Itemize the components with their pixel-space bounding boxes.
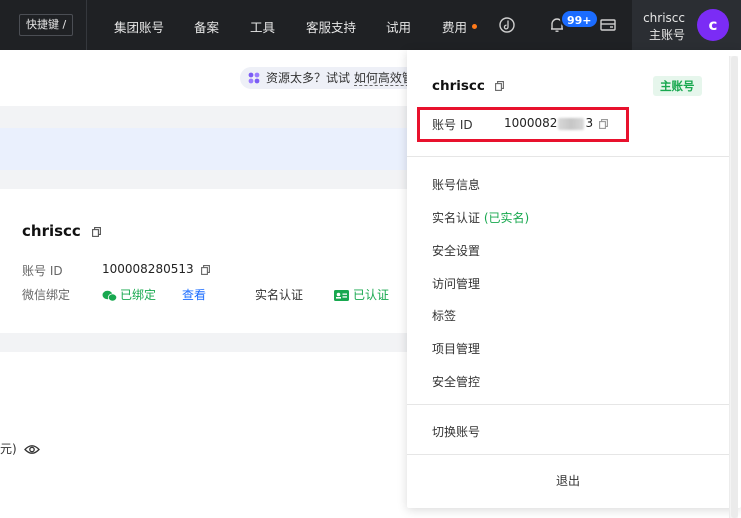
nav-billing[interactable]: 费用 — [442, 17, 478, 36]
nav-tools[interactable]: 工具 — [250, 17, 275, 36]
balance-suffix: 元) — [0, 442, 17, 456]
copy-icon[interactable] — [201, 264, 211, 275]
menu-project-management[interactable]: 项目管理 — [432, 340, 480, 357]
top-navigation-bar: 快捷键 / 集团账号 备案 工具 客服支持 试用 费用 99+ chriscc … — [0, 0, 741, 50]
menu-divider — [407, 156, 729, 157]
menu-realname-label: 实名认证 — [432, 211, 481, 225]
menu-security-control[interactable]: 安全管控 — [432, 373, 480, 390]
nav-support[interactable]: 客服支持 — [306, 17, 356, 36]
music-note-icon[interactable] — [497, 15, 517, 35]
nav-group-account[interactable]: 集团账号 — [114, 17, 164, 36]
profile-name-text: chriscc — [22, 222, 81, 240]
ticket-icon[interactable] — [598, 15, 618, 35]
realname-status-text: 已认证 — [353, 288, 390, 302]
copy-icon[interactable] — [494, 81, 504, 91]
eye-icon[interactable] — [23, 444, 40, 455]
grid-apps-icon — [248, 72, 260, 84]
avatar[interactable]: c — [697, 9, 729, 41]
scrollbar-thumb[interactable] — [731, 56, 738, 518]
menu-tags[interactable]: 标签 — [432, 307, 456, 324]
account-name: chriscc — [643, 11, 685, 25]
shortcut-button[interactable]: 快捷键 / — [19, 14, 74, 36]
id-label: 账号 ID — [22, 264, 63, 278]
dropdown-account-name-text: chriscc — [432, 78, 485, 94]
dropdown-scrollbar[interactable] — [729, 56, 738, 518]
menu-security-settings[interactable]: 安全设置 — [432, 242, 480, 259]
realname-status: 已认证 — [334, 286, 389, 303]
highlight-annotation-box — [417, 107, 629, 142]
wechat-status: 已绑定 — [102, 286, 156, 303]
dropdown-account-name: chriscc — [432, 78, 504, 94]
menu-switch-account[interactable]: 切换账号 — [432, 423, 480, 440]
id-value: 100008280513 — [102, 262, 211, 276]
menu-realname-status: (已实名) — [483, 211, 530, 225]
copy-icon[interactable] — [92, 226, 102, 237]
wechat-label: 微信绑定 — [22, 288, 71, 302]
wechat-view-link[interactable]: 查看 — [182, 286, 206, 303]
account-dropdown: chriscc 主账号 账号 ID 1000082 3 账号信息 实名认证 (已实… — [407, 50, 741, 508]
hint-pill[interactable]: 资源太多？试试 如何高效管 — [240, 67, 422, 89]
menu-divider — [407, 404, 729, 405]
nav-trial[interactable]: 试用 — [386, 17, 411, 36]
account-role: 主账号 — [648, 28, 685, 42]
balance-partial-text: 元) — [0, 440, 40, 457]
menu-divider — [407, 454, 729, 455]
nav-filing[interactable]: 备案 — [194, 17, 219, 36]
hint-text: 资源太多？试试 — [266, 71, 351, 85]
id-card-icon — [334, 290, 349, 301]
menu-account-info[interactable]: 账号信息 — [432, 176, 480, 193]
wechat-status-text: 已绑定 — [120, 288, 157, 302]
hint-link[interactable]: 如何高效管 — [353, 71, 414, 86]
menu-realname[interactable]: 实名认证 (已实名) — [432, 209, 529, 226]
id-value-text: 100008280513 — [102, 262, 194, 276]
logout-button[interactable]: 退出 — [407, 472, 729, 489]
notification-badge: 99+ — [560, 9, 599, 29]
billing-dot-indicator — [472, 24, 478, 29]
profile-name: chriscc — [22, 222, 102, 240]
nav-billing-label: 费用 — [442, 20, 468, 35]
topbar-divider — [86, 0, 87, 50]
main-account-tag: 主账号 — [653, 76, 702, 96]
menu-access-management[interactable]: 访问管理 — [432, 275, 480, 292]
realname-label: 实名认证 — [255, 288, 304, 302]
wechat-icon — [102, 290, 118, 301]
